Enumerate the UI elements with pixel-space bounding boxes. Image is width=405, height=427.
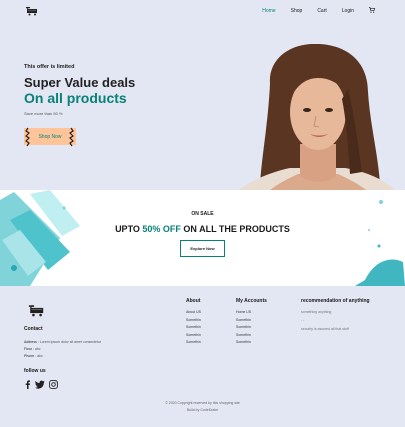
nav-login[interactable]: Login (342, 8, 354, 14)
banner-right-decoration (355, 200, 405, 286)
about-link[interactable]: Somethin (186, 339, 201, 347)
about-link[interactable]: Somethin (186, 317, 201, 325)
address-line: Address : Lorem ipsum dolor sit amet con… (24, 340, 102, 344)
facebook-icon[interactable] (24, 380, 31, 389)
about-column: About About US Somethin Somethin Somethi… (186, 298, 201, 347)
accounts-title: My Accounts (236, 298, 267, 304)
on-sale-label: ON SALE (191, 211, 214, 217)
logo[interactable] (26, 6, 40, 16)
copyright: © 2020 Copyright reserved by this shoppi… (165, 401, 240, 405)
main-nav: Home Shop Cart Login (247, 7, 376, 15)
cart-icon[interactable] (369, 7, 376, 15)
account-link[interactable]: Somethin (236, 317, 267, 325)
hero-tagline: This offer is limited (24, 64, 75, 70)
cart-logo-icon (26, 6, 37, 16)
footer-logo-icon (28, 304, 44, 317)
phone-line: Phone : abc (24, 354, 43, 358)
contact-title: Contact (24, 326, 43, 332)
hero-text: This offer is limited Super Value deals … (24, 64, 135, 116)
shop-now-button[interactable]: Shop Now (24, 127, 76, 147)
about-link[interactable]: Somethin (186, 332, 201, 340)
hero-woman-image (238, 44, 396, 190)
account-link[interactable]: Somethin (236, 339, 267, 347)
hero-title: Super Value deals (24, 75, 136, 90)
social-icons (24, 380, 58, 389)
instagram-icon[interactable] (49, 380, 58, 389)
twitter-icon[interactable] (35, 380, 45, 389)
explore-now-button[interactable]: Explore Now (180, 240, 225, 257)
brush-left-icon (25, 127, 30, 147)
footer: Contact Address : Lorem ipsum dolor sit … (0, 286, 405, 427)
sale-banner: ON SALE UPTO 50% OFF ON ALL THE PRODUCTS… (0, 190, 405, 286)
floor-line: Floor : abc (24, 347, 41, 351)
recommendation-item: - - (301, 317, 305, 322)
brush-right-icon (69, 127, 74, 147)
nav-home[interactable]: Home (262, 8, 275, 14)
account-link[interactable]: Home US (236, 309, 267, 317)
banner-left-decoration (0, 190, 80, 286)
about-link[interactable]: About US (186, 309, 201, 317)
header: Home Shop Cart Login (0, 0, 405, 22)
account-link[interactable]: Somethin (236, 324, 267, 332)
sale-headline: UPTO 50% OFF ON ALL THE PRODUCTS (115, 224, 290, 234)
shop-now-label: Shop Now (38, 133, 62, 140)
recommendation-item: something anything (301, 310, 332, 314)
hero-subtitle: On all products (24, 90, 127, 106)
recommendation-item: security is assured all that stuff (301, 327, 349, 331)
nav-cart[interactable]: Cart (317, 8, 326, 14)
follow-us-title: follow us (24, 368, 46, 374)
accounts-column: My Accounts Home US Somethin Somethin So… (236, 298, 267, 347)
about-title: About (186, 298, 201, 304)
account-link[interactable]: Somethin (236, 332, 267, 340)
build-credit: Build by CodeDrake (186, 408, 219, 412)
hero-section: This offer is limited Super Value deals … (0, 22, 405, 190)
nav-shop[interactable]: Shop (291, 8, 303, 14)
hero-sub: Save more than 50 % (24, 111, 63, 116)
recommendation-title: recommendation of anything (301, 298, 370, 304)
about-link[interactable]: Somethin (186, 324, 201, 332)
recommendation-column: recommendation of anything something any… (301, 298, 370, 334)
